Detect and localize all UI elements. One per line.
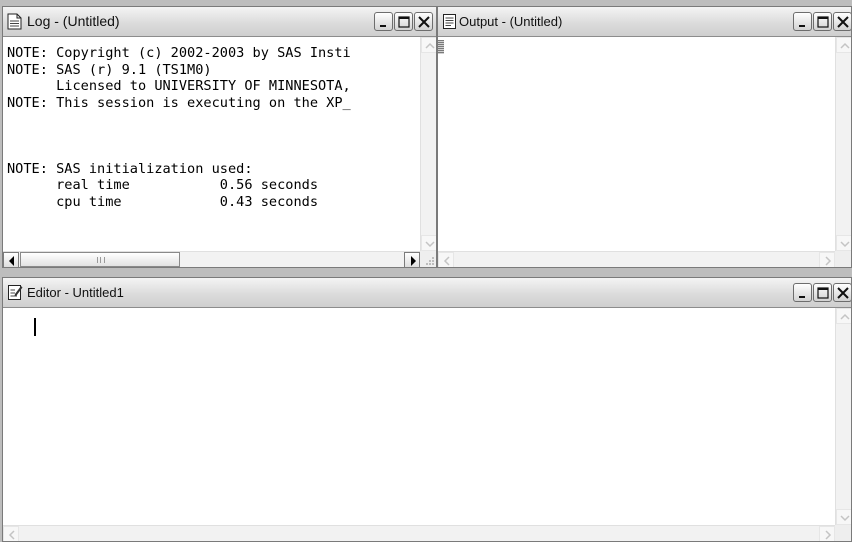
grip-icon — [97, 257, 105, 263]
arrow-left-icon — [9, 256, 14, 266]
chevron-up-icon — [425, 42, 435, 49]
close-icon — [418, 16, 430, 28]
log-line: NOTE: This session is executing on the X… — [7, 94, 351, 111]
chevron-down-icon — [425, 241, 435, 248]
chevron-left-icon — [8, 530, 15, 540]
log-horizontal-scroll-thumb[interactable] — [20, 252, 180, 267]
output-resize-grip[interactable] — [835, 251, 851, 267]
log-document-icon — [7, 13, 22, 30]
output-scroll-left-button[interactable] — [438, 252, 454, 267]
editor-scroll-down-button[interactable] — [836, 509, 851, 525]
output-titlebar[interactable]: Output - (Untitled) — [438, 7, 851, 37]
editor-text-area[interactable] — [3, 308, 835, 525]
log-window[interactable]: Log - (Untitled) NOTE: Copyright (c) 200… — [2, 6, 437, 268]
log-scroll-left-button[interactable] — [3, 252, 19, 267]
output-close-button[interactable] — [833, 12, 851, 31]
chevron-right-icon — [825, 530, 832, 540]
close-icon — [837, 16, 849, 28]
editor-scroll-right-button[interactable] — [819, 526, 835, 541]
chevron-up-icon — [840, 313, 850, 320]
log-line: NOTE: Copyright (c) 2002-2003 by SAS Ins… — [7, 45, 351, 61]
log-line: NOTE: SAS initialization used: — [7, 160, 253, 177]
window-splitter-grip[interactable] — [438, 40, 444, 54]
minimize-icon — [380, 25, 386, 27]
editor-resize-grip[interactable] — [835, 525, 851, 541]
editor-pencil-icon — [8, 284, 23, 301]
log-content[interactable]: NOTE: Copyright (c) 2002-2003 by SAS Ins… — [3, 37, 420, 251]
log-titlebar[interactable]: Log - (Untitled) — [3, 7, 436, 37]
editor-title: Editor - Untitled1 — [27, 285, 124, 300]
output-title: Output - (Untitled) — [459, 14, 563, 29]
output-horizontal-scrollbar[interactable] — [438, 251, 835, 267]
editor-scroll-up-button[interactable] — [836, 308, 851, 324]
output-minimize-button[interactable] — [793, 12, 812, 31]
chevron-down-icon — [840, 515, 850, 522]
log-line: Licensed to UNIVERSITY OF MINNESOTA, — [7, 78, 351, 94]
editor-scroll-left-button[interactable] — [3, 526, 19, 541]
chevron-down-icon — [840, 241, 850, 248]
log-scroll-up-button[interactable] — [421, 37, 436, 53]
output-document-icon — [443, 14, 458, 31]
log-resize-grip[interactable] — [420, 251, 436, 267]
chevron-right-icon — [825, 256, 832, 266]
editor-titlebar[interactable]: Editor - Untitled1 — [3, 278, 851, 308]
output-scroll-up-button[interactable] — [836, 37, 851, 53]
output-window[interactable]: Output - (Untitled) — [437, 6, 852, 268]
log-title: Log - (Untitled) — [27, 13, 120, 29]
chevron-left-icon — [443, 256, 450, 266]
minimize-icon — [799, 296, 805, 298]
text-cursor — [34, 318, 36, 336]
maximize-icon — [398, 16, 410, 28]
maximize-icon — [817, 287, 829, 299]
maximize-icon — [817, 16, 829, 28]
editor-horizontal-scrollbar[interactable] — [3, 525, 835, 541]
editor-minimize-button[interactable] — [793, 283, 812, 302]
minimize-icon — [799, 25, 805, 27]
arrow-right-icon — [411, 256, 416, 266]
close-icon — [837, 287, 849, 299]
output-maximize-button[interactable] — [813, 12, 832, 31]
output-scroll-right-button[interactable] — [819, 252, 835, 267]
log-line: NOTE: SAS (r) 9.1 (TS1M0) — [7, 61, 212, 78]
log-horizontal-scrollbar[interactable] — [3, 251, 420, 267]
log-maximize-button[interactable] — [394, 12, 413, 31]
resize-grip-icon — [426, 257, 434, 265]
output-vertical-scrollbar[interactable] — [835, 37, 851, 251]
output-scroll-down-button[interactable] — [836, 235, 851, 251]
chevron-up-icon — [840, 42, 850, 49]
editor-close-button[interactable] — [833, 283, 851, 302]
log-line: real time 0.56 seconds — [7, 177, 318, 193]
editor-vertical-scrollbar[interactable] — [835, 308, 851, 525]
log-scroll-right-button[interactable] — [404, 252, 420, 267]
editor-maximize-button[interactable] — [813, 283, 832, 302]
log-minimize-button[interactable] — [374, 12, 393, 31]
log-vertical-scrollbar[interactable] — [420, 37, 436, 251]
editor-window[interactable]: Editor - Untitled1 — [2, 277, 852, 542]
log-line: cpu time 0.43 seconds — [7, 193, 318, 210]
log-scroll-down-button[interactable] — [421, 235, 436, 251]
output-content[interactable] — [438, 37, 835, 251]
log-close-button[interactable] — [414, 12, 433, 31]
